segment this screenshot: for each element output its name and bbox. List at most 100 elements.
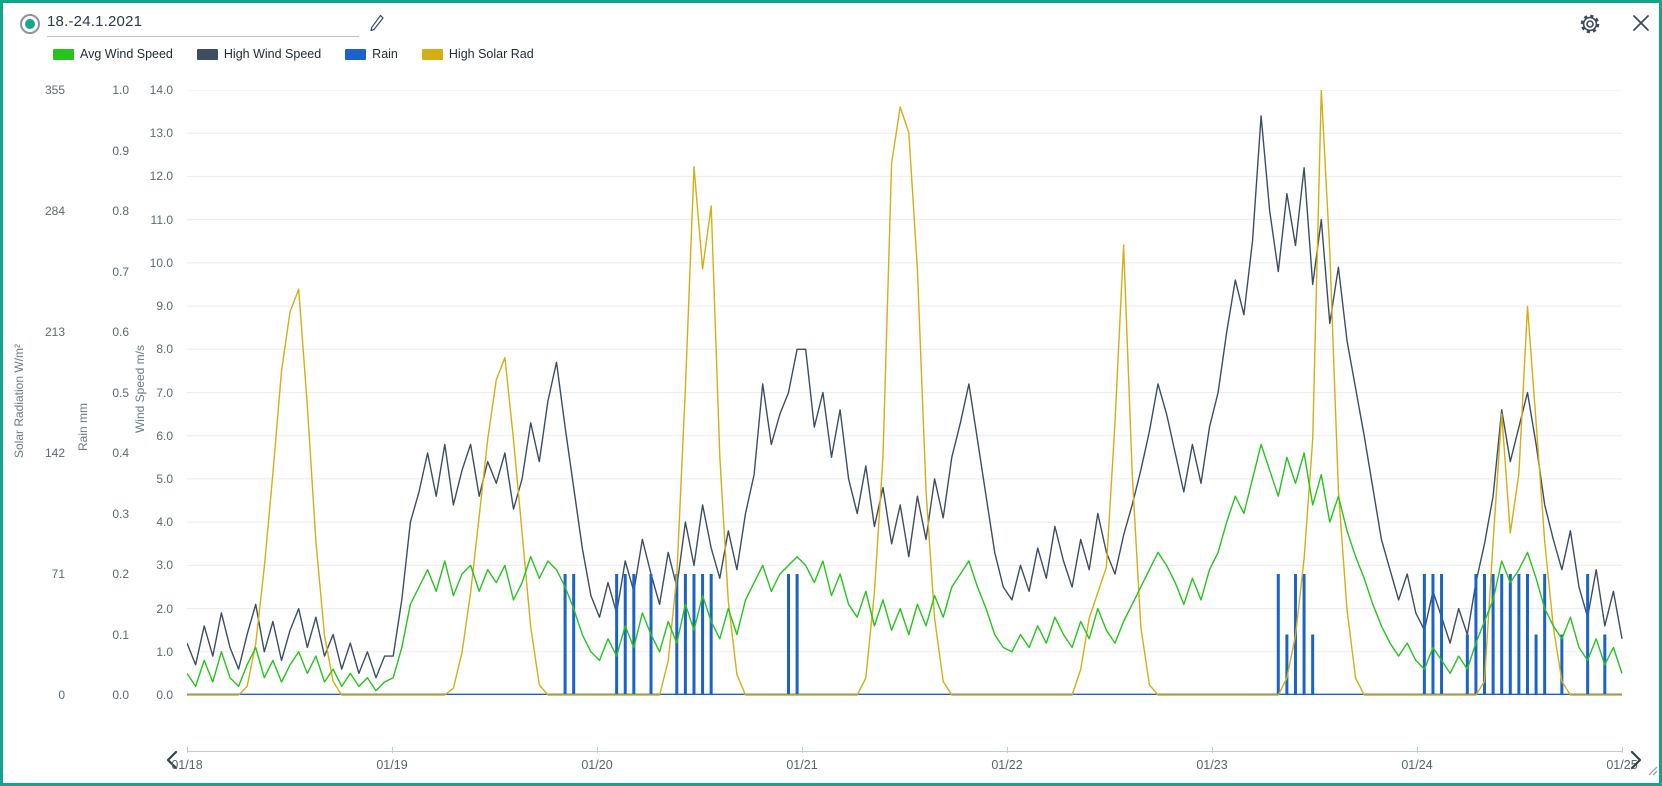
wind-tick-label: 12.0 bbox=[129, 169, 173, 183]
rain-tick-label: 0.6 bbox=[85, 325, 129, 339]
rain-bar bbox=[1285, 635, 1288, 696]
wind-tick-label: 6.0 bbox=[129, 429, 173, 443]
day-tick bbox=[187, 747, 188, 753]
wind-tick-label: 3.0 bbox=[129, 558, 173, 572]
gear-icon[interactable] bbox=[1579, 13, 1601, 40]
solar-tick-label: 0 bbox=[21, 688, 65, 702]
day-tick bbox=[1417, 747, 1418, 753]
legend-swatch bbox=[422, 49, 443, 60]
solar-tick-label: 71 bbox=[21, 567, 65, 581]
input-underline bbox=[47, 36, 359, 37]
rain-bar bbox=[1517, 574, 1520, 695]
wind-tick-label: 7.0 bbox=[129, 386, 173, 400]
solar-tick-label: 284 bbox=[21, 204, 65, 218]
rain-bar bbox=[1543, 574, 1546, 695]
rain-bar bbox=[1586, 574, 1589, 695]
weather-chart-window: { "window": { "border_color": "#14a38b",… bbox=[0, 0, 1662, 786]
rain-tick-label: 0.8 bbox=[85, 204, 129, 218]
rain-bar bbox=[1303, 574, 1306, 695]
wind-tick-label: 0.0 bbox=[129, 688, 173, 702]
rain-axis-title: Rain mm bbox=[76, 403, 90, 451]
wind-tick-label: 14.0 bbox=[129, 83, 173, 97]
wind-tick-label: 8.0 bbox=[129, 342, 173, 356]
rain-bar bbox=[1440, 574, 1443, 695]
wind-tick-label: 2.0 bbox=[129, 602, 173, 616]
rain-bar bbox=[1431, 574, 1434, 695]
x-axis-line bbox=[187, 751, 1622, 752]
solar-axis-title: Solar Radiation W/m² bbox=[12, 344, 26, 458]
legend-item-avg-wind-speed[interactable]: Avg Wind Speed bbox=[53, 47, 173, 61]
rain-bar bbox=[796, 574, 799, 695]
wind-tick-label: 5.0 bbox=[129, 472, 173, 486]
rain-tick-label: 0.1 bbox=[85, 628, 129, 642]
day-label-01-23: 01/23 bbox=[1182, 758, 1242, 772]
rain-tick-label: 0.9 bbox=[85, 144, 129, 158]
rain-bar bbox=[624, 574, 627, 695]
rain-bar bbox=[615, 574, 618, 695]
series-high-wind-speed bbox=[187, 116, 1622, 678]
rain-bar bbox=[701, 574, 704, 695]
day-tick bbox=[802, 747, 803, 753]
legend-label: Rain bbox=[372, 47, 398, 61]
day-tick bbox=[1212, 747, 1213, 753]
wind-tick-label: 13.0 bbox=[129, 126, 173, 140]
rain-tick-label: 0.3 bbox=[85, 507, 129, 521]
legend-swatch bbox=[197, 49, 218, 60]
date-range-value: 18.-24.1.2021 bbox=[47, 13, 142, 30]
rain-bar bbox=[1311, 635, 1314, 696]
legend-item-high-solar-rad[interactable]: High Solar Rad bbox=[422, 47, 534, 61]
date-range-input[interactable]: 18.-24.1.2021 bbox=[47, 13, 359, 31]
solar-tick-label: 355 bbox=[21, 83, 65, 97]
day-label-01-20: 01/20 bbox=[567, 758, 627, 772]
rain-bar bbox=[787, 574, 790, 695]
close-x-icon[interactable] bbox=[1631, 13, 1651, 38]
rain-bar bbox=[692, 574, 695, 695]
rain-tick-label: 1.0 bbox=[85, 83, 129, 97]
chevron-right-icon[interactable] bbox=[1629, 750, 1643, 775]
day-label-01-22: 01/22 bbox=[977, 758, 1037, 772]
chart-plot-area[interactable] bbox=[187, 90, 1624, 698]
legend-item-high-wind-speed[interactable]: High Wind Speed bbox=[197, 47, 321, 61]
day-tick bbox=[597, 747, 598, 753]
rain-bar bbox=[1423, 574, 1426, 695]
rain-bar bbox=[1500, 574, 1503, 695]
rain-tick-label: 0.4 bbox=[85, 446, 129, 460]
rain-bar bbox=[632, 574, 635, 695]
rain-bar bbox=[564, 574, 567, 695]
rain-bar bbox=[710, 574, 713, 695]
legend-item-rain[interactable]: Rain bbox=[345, 47, 398, 61]
day-label-01-24: 01/24 bbox=[1387, 758, 1447, 772]
rain-bar bbox=[1526, 574, 1529, 695]
day-label-01-21: 01/21 bbox=[772, 758, 832, 772]
wind-tick-label: 4.0 bbox=[129, 515, 173, 529]
status-radio-icon[interactable] bbox=[19, 13, 41, 40]
legend-label: High Wind Speed bbox=[224, 47, 321, 61]
rain-bar bbox=[1560, 635, 1563, 696]
rain-tick-label: 0.0 bbox=[85, 688, 129, 702]
day-tick bbox=[1007, 747, 1008, 753]
rain-tick-label: 0.5 bbox=[85, 386, 129, 400]
rain-bar bbox=[1535, 635, 1538, 696]
solar-tick-label: 142 bbox=[21, 446, 65, 460]
rain-bar bbox=[572, 574, 575, 695]
resize-handle-icon[interactable] bbox=[1645, 763, 1659, 782]
day-label-01-19: 01/19 bbox=[362, 758, 422, 772]
day-label-01-25: 01/25 bbox=[1592, 758, 1652, 772]
wind-tick-label: 1.0 bbox=[129, 645, 173, 659]
day-label-01-18: 01/18 bbox=[157, 758, 217, 772]
rain-bar bbox=[684, 574, 687, 695]
wind-tick-label: 10.0 bbox=[129, 256, 173, 270]
series-avg-wind-speed bbox=[187, 444, 1622, 690]
wind-tick-label: 9.0 bbox=[129, 299, 173, 313]
chart-legend: Avg Wind Speed High Wind Speed Rain High So… bbox=[53, 47, 534, 61]
legend-swatch bbox=[345, 49, 366, 60]
rain-tick-label: 0.2 bbox=[85, 567, 129, 581]
day-tick bbox=[392, 747, 393, 753]
rain-bar bbox=[1509, 574, 1512, 695]
legend-label: Avg Wind Speed bbox=[80, 47, 173, 61]
day-tick bbox=[1622, 747, 1623, 753]
rain-tick-label: 0.7 bbox=[85, 265, 129, 279]
solar-tick-label: 213 bbox=[21, 325, 65, 339]
wind-tick-label: 11.0 bbox=[129, 213, 173, 227]
pencil-icon[interactable] bbox=[369, 14, 385, 37]
